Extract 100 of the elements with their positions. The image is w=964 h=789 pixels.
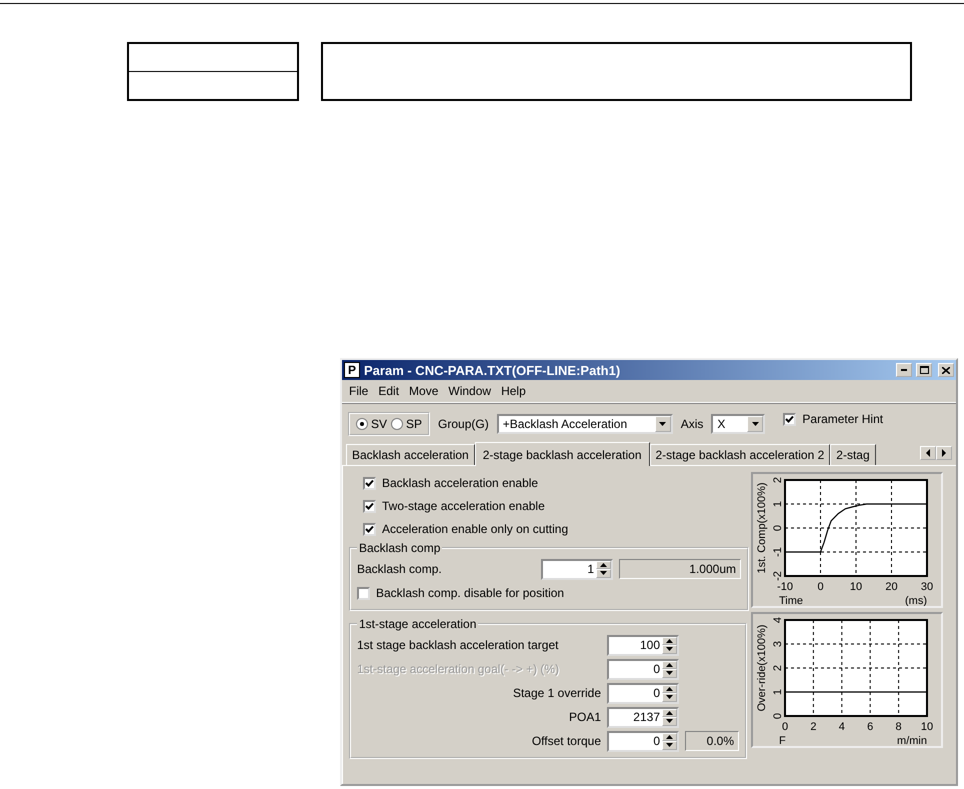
down-arrow-icon	[666, 743, 673, 748]
axis-title: 1st. Comp(x100%)	[756, 482, 768, 574]
down-arrow-icon	[666, 719, 673, 724]
right-arrow-icon	[942, 449, 946, 457]
checkbox-label: Two-stage acceleration enable	[382, 499, 545, 513]
unit-label: (ms)	[905, 595, 927, 606]
spin-up-button[interactable]	[596, 560, 611, 569]
spin-down-button[interactable]	[662, 693, 677, 702]
checkbox-label: Backlash acceleration enable	[382, 476, 538, 490]
number-field[interactable]: 2137	[607, 706, 679, 728]
tick-label: -1	[772, 547, 784, 557]
field-value: 2137	[632, 710, 661, 724]
spin-up-button[interactable]	[662, 732, 677, 741]
field-value: 0	[652, 662, 661, 676]
checkbox-label: Parameter Hint	[802, 412, 884, 426]
up-arrow-icon	[666, 710, 673, 715]
maximize-icon	[920, 366, 928, 374]
spin-up-button[interactable]	[662, 660, 677, 669]
up-arrow-icon	[666, 638, 673, 643]
tab[interactable]: 2-stage backlash acceleration 2	[650, 444, 830, 465]
spin-down-button[interactable]	[596, 569, 611, 578]
up-arrow-icon	[666, 662, 673, 667]
menu-item[interactable]: Edit	[373, 382, 404, 400]
close-button[interactable]	[938, 363, 954, 377]
app-icon: P	[344, 362, 360, 378]
tick-label: 4	[772, 616, 784, 624]
down-arrow-icon	[666, 647, 673, 652]
tick-label: 2	[810, 721, 816, 733]
group-title: 1st-stage acceleration	[358, 617, 478, 631]
minimize-button[interactable]	[896, 363, 912, 377]
left-arrow-icon	[926, 449, 930, 457]
tick-label: 4	[838, 721, 845, 733]
field-label: Stage 1 override	[512, 686, 601, 700]
tick-label: -10	[777, 581, 793, 593]
axis-title: F	[779, 735, 786, 746]
tab[interactable]: 2-stage backlash acceleration	[474, 442, 650, 466]
tick-label: 0	[782, 721, 788, 733]
group-dropdown[interactable]: +Backlash Acceleration	[496, 414, 673, 434]
field-label: Group(G)	[438, 417, 489, 431]
field-label: 1st-stage acceleration goal(- -> +) (%)	[357, 662, 560, 676]
tick-label: 2	[772, 476, 784, 484]
spin-up-button[interactable]	[662, 708, 677, 717]
tab[interactable]: 2-stag	[830, 444, 876, 465]
spin-down-button[interactable]	[662, 669, 677, 678]
caret-icon	[752, 422, 759, 426]
field-label: POA1	[568, 710, 601, 724]
maximize-button[interactable]	[916, 363, 932, 377]
spin-down-button[interactable]	[662, 645, 677, 654]
down-arrow-icon	[666, 695, 673, 700]
number-field[interactable]: 100	[607, 634, 679, 656]
down-arrow-icon	[600, 571, 607, 576]
spin-up-button[interactable]	[662, 636, 677, 645]
checkbox-label: Backlash comp. disable for position	[376, 586, 564, 600]
axis-title: Over-ride(x100%)	[756, 624, 768, 712]
menu-item[interactable]: Move	[404, 382, 444, 400]
checkbox[interactable]	[363, 476, 376, 490]
menu-item[interactable]: File	[344, 382, 374, 400]
caret-icon	[659, 422, 666, 426]
number-field[interactable]: 0	[607, 730, 679, 752]
tick-label: 0	[772, 524, 784, 532]
tab[interactable]: Backlash acceleration	[346, 444, 475, 465]
close-icon	[942, 366, 950, 374]
spin-up-button[interactable]	[662, 684, 677, 693]
axis-dropdown[interactable]: X	[711, 414, 766, 434]
radio-button[interactable]	[356, 418, 368, 430]
unit-label: m/min	[897, 735, 927, 746]
readout-field: 1.000um	[619, 559, 741, 579]
tick-label: 10	[850, 581, 862, 593]
checkbox[interactable]	[783, 412, 796, 426]
checkbox[interactable]	[357, 586, 370, 600]
scroll-left-button[interactable]	[920, 446, 936, 460]
axis-title: Time	[779, 595, 804, 606]
number-field[interactable]: 0	[607, 682, 679, 704]
field-value: 1	[586, 562, 595, 576]
field-value: 100	[638, 638, 661, 652]
checkbox-label: Acceleration enable only on cutting	[382, 522, 568, 536]
field-value: 0	[652, 734, 661, 748]
checkbox[interactable]	[363, 522, 376, 536]
field-label: Offset torque	[530, 734, 601, 748]
tick-label: 2	[772, 664, 784, 672]
field-label: Axis	[680, 417, 704, 431]
spin-down-button[interactable]	[662, 717, 677, 726]
checkbox[interactable]	[363, 500, 376, 512]
spin-down-button[interactable]	[662, 741, 677, 750]
tick-label: 0	[772, 712, 784, 720]
menu-item[interactable]: Window	[443, 382, 496, 400]
number-field[interactable]: 1	[541, 558, 613, 580]
group-title: Backlash comp	[358, 541, 442, 555]
field-label: 1st stage backlash acceleration target	[357, 638, 560, 652]
minimize-icon	[901, 369, 907, 371]
window-title: Param - CNC-PARA.TXT(OFF-LINE:Path1)	[364, 362, 622, 378]
up-arrow-icon	[666, 734, 673, 739]
field-label: Backlash comp.	[357, 562, 443, 576]
down-arrow-icon	[666, 671, 673, 676]
tick-label: 1	[772, 500, 784, 508]
scroll-right-button[interactable]	[936, 446, 952, 460]
tick-label: 0	[817, 581, 824, 593]
tick-label: 20	[885, 581, 898, 593]
radio-button[interactable]	[391, 418, 404, 430]
menu-item[interactable]: Help	[496, 382, 531, 400]
